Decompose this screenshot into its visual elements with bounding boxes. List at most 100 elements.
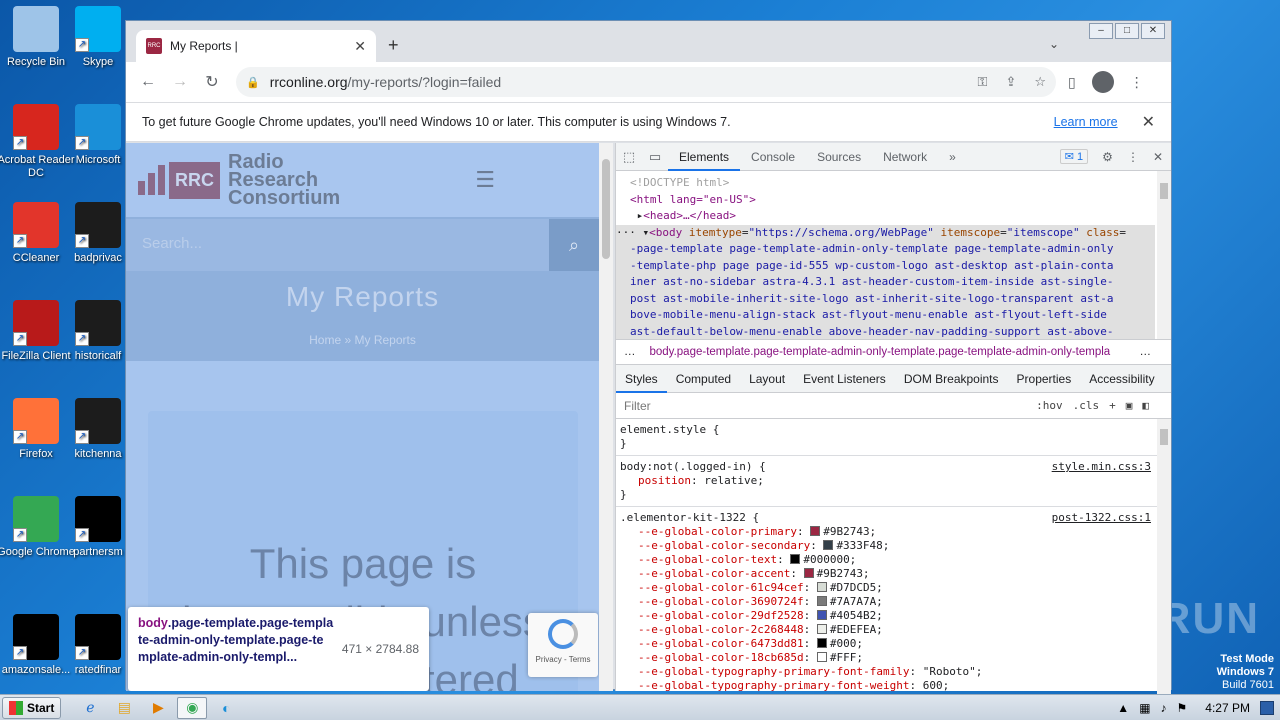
styles-filter-input[interactable]: Filter: [620, 399, 992, 413]
rule2-value[interactable]: relative;: [704, 474, 764, 487]
tab-search-chevron-icon[interactable]: ⌄: [1049, 37, 1059, 51]
css-var-row[interactable]: --e-global-color-primary: #9B2743;: [620, 525, 1153, 539]
color-swatch-icon[interactable]: [816, 652, 827, 662]
search-button-icon[interactable]: ⌕: [549, 219, 599, 271]
tab-console[interactable]: Console: [740, 143, 806, 171]
infobar-close-icon[interactable]: ✕: [1142, 112, 1155, 132]
css-var-value[interactable]: #FFF;: [830, 651, 863, 664]
paint-icon[interactable]: ▣: [1126, 399, 1133, 412]
css-var-row[interactable]: --e-global-color-text: #000000;: [620, 553, 1153, 567]
subtab-properties[interactable]: Properties: [1008, 365, 1081, 393]
css-var-row[interactable]: --e-global-color-18cb685d: #FFF;: [620, 651, 1153, 665]
css-var-name[interactable]: --e-global-typography-primary-font-famil…: [638, 665, 910, 678]
subtab-dom-breakpoints[interactable]: DOM Breakpoints: [895, 365, 1008, 393]
browser-tab[interactable]: RRC My Reports | ✕: [136, 30, 376, 62]
subtab-accessibility[interactable]: Accessibility: [1080, 365, 1163, 393]
more-tabs-icon[interactable]: »: [938, 143, 967, 171]
rule3-source-link[interactable]: post-1322.css:1: [1052, 511, 1151, 525]
settings-gear-icon[interactable]: ⚙: [1102, 150, 1113, 164]
close-window-button[interactable]: ✕: [1141, 23, 1165, 39]
css-var-name[interactable]: --e-global-color-text: [638, 553, 777, 566]
breadcrumb-overflow-icon[interactable]: …: [1140, 346, 1152, 358]
css-var-value[interactable]: #000000;: [803, 553, 856, 566]
rule-body-not-logged-in[interactable]: body:not(.logged-in) { style.min.css:3 p…: [616, 456, 1171, 507]
lock-icon[interactable]: 🔒: [246, 76, 260, 89]
page-breadcrumb[interactable]: Home » My Reports: [126, 333, 599, 347]
devtools-close-icon[interactable]: ✕: [1153, 150, 1163, 164]
css-var-name[interactable]: --e-global-color-61c94cef: [638, 581, 804, 594]
page-scrollbar[interactable]: [599, 143, 613, 691]
address-bar[interactable]: 🔒 rrconline.org/my-reports/?login=failed…: [236, 67, 1056, 97]
tray-network-icon[interactable]: ▦: [1139, 701, 1150, 715]
elements-scrollbar[interactable]: [1157, 171, 1171, 339]
learn-more-link[interactable]: Learn more: [1054, 115, 1118, 129]
page-scroll-thumb[interactable]: [602, 159, 610, 259]
css-var-value[interactable]: #333F48;: [836, 539, 889, 552]
taskbar-edge-icon[interactable]: ◐: [211, 697, 241, 719]
maximize-button[interactable]: □: [1115, 23, 1139, 39]
color-swatch-icon[interactable]: [816, 596, 827, 606]
tray-volume-icon[interactable]: ♪: [1161, 701, 1167, 715]
css-var-value[interactable]: #000;: [830, 637, 863, 650]
css-var-row[interactable]: --e-global-color-2c268448: #EDEFEA;: [620, 623, 1153, 637]
chrome-menu-icon[interactable]: ⋮: [1130, 74, 1144, 91]
css-var-value[interactable]: #9B2743;: [823, 525, 876, 538]
css-var-row[interactable]: --e-global-typography-primary-font-famil…: [620, 665, 1153, 679]
css-var-name[interactable]: --e-global-typography-primary-font-weigh…: [638, 679, 910, 692]
new-tab-button[interactable]: +: [388, 35, 399, 56]
new-rule-icon[interactable]: +: [1109, 399, 1116, 412]
side-panel-icon[interactable]: ▯: [1068, 74, 1076, 91]
site-search-input[interactable]: Search...: [126, 219, 549, 271]
tray-expand-icon[interactable]: ▲: [1117, 701, 1129, 715]
devtools-menu-icon[interactable]: ⋮: [1127, 150, 1139, 164]
css-var-name[interactable]: --e-global-color-29df2528: [638, 609, 804, 622]
issues-badge[interactable]: ✉ 1: [1059, 149, 1089, 164]
css-var-value[interactable]: #D7DCD5;: [830, 581, 883, 594]
rule-element-style[interactable]: element.style { }: [616, 419, 1171, 456]
rule2-source-link[interactable]: style.min.css:3: [1052, 460, 1151, 474]
cls-toggle[interactable]: .cls: [1073, 399, 1100, 412]
css-var-value[interactable]: "Roboto";: [923, 665, 983, 678]
elements-scroll-thumb[interactable]: [1160, 183, 1168, 199]
tab-elements[interactable]: Elements: [668, 143, 741, 171]
styles-scrollbar[interactable]: [1157, 419, 1171, 711]
css-var-name[interactable]: --e-global-color-primary: [638, 525, 797, 538]
css-var-row[interactable]: --e-global-color-61c94cef: #D7DCD5;: [620, 581, 1153, 595]
css-var-row[interactable]: --e-global-color-3690724f: #7A7A7A;: [620, 595, 1153, 609]
taskbar-chrome-icon[interactable]: ◉: [177, 696, 208, 719]
dom-doctype[interactable]: <!DOCTYPE html>: [630, 175, 1155, 192]
rule2-prop[interactable]: position: [638, 474, 691, 487]
subtab-event-listeners[interactable]: Event Listeners: [794, 365, 895, 393]
subtab-computed[interactable]: Computed: [667, 365, 740, 393]
forward-button[interactable]: →: [164, 73, 196, 91]
rule-elementor-kit[interactable]: .elementor-kit-1322 { post-1322.css:1 --…: [616, 507, 1171, 697]
color-swatch-icon[interactable]: [816, 638, 827, 648]
dom-head[interactable]: ▸<head>…</head>: [630, 208, 1155, 225]
hamburger-menu-icon[interactable]: ☰: [475, 167, 495, 193]
sidebar-toggle-icon[interactable]: ◧: [1142, 399, 1149, 412]
css-var-value[interactable]: #9B2743;: [817, 567, 870, 580]
css-var-value[interactable]: #4054B2;: [830, 609, 883, 622]
breadcrumb-more-icon[interactable]: …: [624, 346, 636, 358]
taskbar-ie-icon[interactable]: ℯ: [75, 697, 105, 719]
color-swatch-icon[interactable]: [810, 526, 821, 536]
tab-close-icon[interactable]: ✕: [354, 38, 366, 55]
color-swatch-icon[interactable]: [823, 540, 834, 550]
share-icon[interactable]: ⇪: [1005, 74, 1016, 90]
reload-button[interactable]: ↻: [196, 72, 228, 92]
color-swatch-icon[interactable]: [816, 624, 827, 634]
back-button[interactable]: ←: [132, 73, 164, 91]
color-swatch-icon[interactable]: [803, 568, 814, 578]
device-toolbar-icon[interactable]: ▭: [642, 149, 668, 165]
css-var-value[interactable]: #7A7A7A;: [830, 595, 883, 608]
css-var-value[interactable]: #EDEFEA;: [830, 623, 883, 636]
show-desktop-button[interactable]: [1260, 700, 1274, 715]
subtab-styles[interactable]: Styles: [616, 365, 667, 393]
tab-network[interactable]: Network: [872, 143, 938, 171]
inspect-element-icon[interactable]: ⬚: [616, 149, 642, 165]
site-logo-text[interactable]: Radio Research Consortium: [228, 152, 340, 208]
taskbar-mediaplayer-icon[interactable]: ▶: [143, 697, 173, 719]
tray-flag-icon[interactable]: ⚑: [1177, 701, 1188, 715]
recaptcha-badge[interactable]: Privacy - Terms: [528, 613, 598, 677]
minimize-button[interactable]: –: [1089, 23, 1113, 39]
